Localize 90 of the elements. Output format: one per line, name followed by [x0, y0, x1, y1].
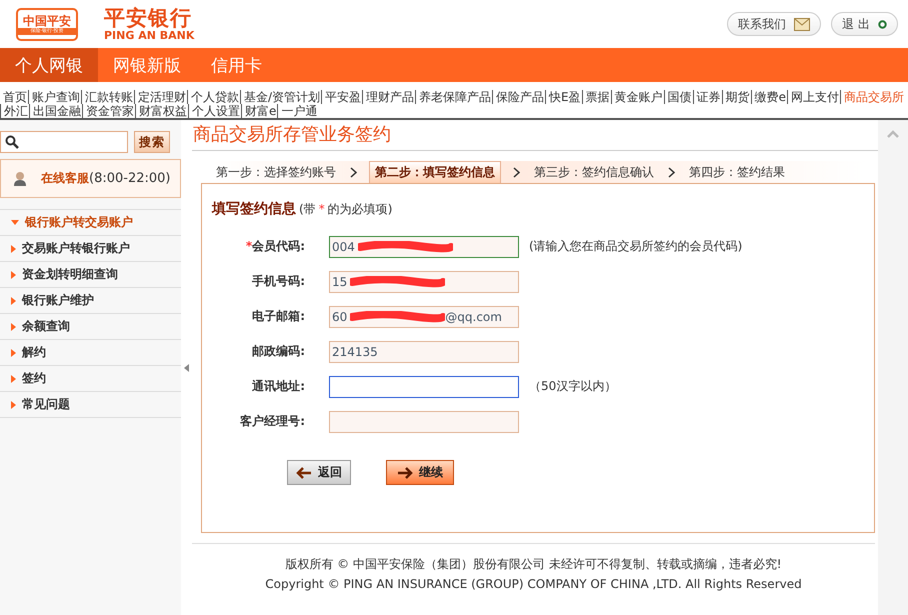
caret-right-icon — [11, 322, 16, 330]
brand-name: 平安银行 — [104, 6, 193, 30]
caret-right-icon — [11, 244, 16, 252]
input-field[interactable] — [329, 410, 519, 432]
power-icon — [878, 20, 887, 28]
caret-down-icon — [11, 220, 19, 225]
chevron-icon — [668, 167, 675, 178]
nav-link[interactable]: 养老保障产品 — [415, 90, 494, 104]
customer-service-panel[interactable]: 在线客服(8:00-22:00) — [0, 159, 181, 198]
form-note: (带 — [299, 201, 316, 218]
nav-link[interactable]: 个人设置 — [188, 104, 242, 118]
header-link[interactable]: 退 出 — [831, 12, 898, 36]
caret-right-icon — [11, 374, 16, 382]
field-label: 手机号码: — [251, 273, 305, 290]
nav-link[interactable]: 票据 — [582, 90, 612, 104]
input-field[interactable]: 15 — [329, 270, 519, 292]
header-link[interactable]: 联系我们 — [727, 12, 822, 36]
caret-right-icon — [11, 296, 16, 304]
step-label: 第四步：签约结果 — [688, 164, 786, 181]
field-label: 通讯地址: — [251, 378, 305, 395]
nav-link[interactable]: 国债 — [664, 90, 694, 104]
arrow-left-icon — [296, 466, 312, 478]
search-icon — [5, 135, 19, 149]
nav-link[interactable]: 定活理财 — [134, 90, 188, 104]
nav-link[interactable]: 财富权益 — [135, 104, 189, 118]
page-title: 商品交易所存管业务签约 — [192, 123, 392, 147]
nav-link[interactable]: 首页 — [0, 90, 29, 104]
sidebar-item[interactable]: 余额查询 — [0, 314, 181, 340]
field-label: 电子邮箱: — [251, 308, 305, 325]
nav-link[interactable]: 财富e — [241, 104, 278, 118]
service-label[interactable]: 在线客服 — [41, 171, 89, 185]
field-label: *会员代码: — [244, 238, 305, 255]
input-field[interactable]: 214135 — [329, 340, 519, 362]
nav-link[interactable]: 保险产品 — [492, 90, 546, 104]
sidebar-item[interactable]: 银行账户转交易账户 — [0, 210, 181, 236]
chevron-icon — [513, 167, 520, 178]
back-button[interactable]: 返回 — [287, 460, 351, 485]
service-hours: (8:00-22:00) — [89, 171, 170, 186]
copyright-text: Copyright © PING AN INSURANCE (GROUP) COMPANY OF CHINA ,LTD. All Rights Reserved — [264, 576, 803, 593]
field-hint: （50汉字以内） — [529, 378, 616, 395]
field-label: 邮政编码: — [251, 343, 305, 360]
nav-link[interactable]: 一户通 — [277, 104, 320, 118]
nav-link[interactable]: 个人贷款 — [187, 90, 241, 104]
field-label: 客户经理号: — [239, 413, 305, 430]
input-field[interactable] — [329, 376, 519, 398]
nav-link[interactable]: 基金/资管计划 — [240, 90, 322, 104]
continue-button[interactable]: 继续 — [386, 460, 454, 485]
nav-link[interactable]: 证券 — [692, 90, 723, 104]
nav-link[interactable]: 期货 — [722, 90, 752, 104]
caret-right-icon — [11, 400, 16, 408]
form-note: 的为必填项) — [328, 201, 392, 218]
step-label: 第一步：选择签约账号 — [215, 164, 337, 181]
search-button[interactable]: 搜索 — [134, 131, 170, 153]
nav-link[interactable]: 外汇 — [0, 104, 30, 118]
nav-link[interactable]: 快E盈 — [545, 90, 583, 104]
copyright-text: 版权所有 © 中国平安保险（集团）股份有限公司 未经许可不得复制、转载或摘编，违者必究! — [284, 556, 783, 573]
input-field[interactable]: 004 — [329, 236, 519, 258]
nav-link[interactable]: 网上支付 — [787, 90, 842, 104]
caret-right-icon — [11, 270, 16, 278]
nav-link[interactable]: 出国金融 — [29, 104, 83, 118]
sidebar-item[interactable]: 解约 — [0, 340, 181, 366]
required-mark: * — [318, 202, 325, 216]
collapse-icon[interactable] — [184, 364, 189, 372]
mail-icon — [794, 18, 810, 30]
step-label: 第二步：填写签约信息 — [369, 161, 501, 183]
nav-link[interactable]: 平安盈 — [321, 90, 364, 104]
nav-link[interactable]: 缴费e — [750, 90, 788, 104]
search-field[interactable] — [0, 131, 128, 153]
arrow-right-icon — [397, 466, 413, 478]
nav-link[interactable]: 黄金账户 — [610, 90, 665, 104]
input-field[interactable]: 60 @qq.com — [329, 306, 519, 328]
sidebar-item[interactable]: 银行账户维护 — [0, 288, 181, 314]
sidebar-item[interactable]: 常见问题 — [0, 392, 181, 418]
brand-name-english: PING AN BANK — [104, 30, 194, 42]
caret-right-icon — [11, 348, 16, 356]
person-icon — [13, 171, 27, 186]
field-hint: (请输入您在商品交易所签约的会员代码) — [529, 238, 742, 255]
sidebar-item[interactable]: 交易账户转银行账户 — [0, 236, 181, 262]
sidebar-item[interactable]: 资金划转明细查询 — [0, 262, 181, 288]
step-label: 第三步：签约信息确认 — [533, 164, 655, 181]
nav-link[interactable]: 理财产品 — [362, 90, 416, 104]
nav-link[interactable]: 资金管家 — [82, 104, 136, 118]
nav-link[interactable]: 商品交易所 — [840, 90, 906, 104]
logo-text: 中国平安 — [23, 14, 71, 28]
sidebar-item[interactable]: 签约 — [0, 366, 181, 392]
nav-tab[interactable]: 个人网银 — [0, 48, 98, 82]
nav-link[interactable]: 汇款转账 — [81, 90, 135, 104]
form-heading: 填写签约信息 — [212, 200, 296, 218]
nav-link[interactable]: 账户查询 — [28, 90, 82, 104]
chevron-icon — [350, 167, 357, 178]
